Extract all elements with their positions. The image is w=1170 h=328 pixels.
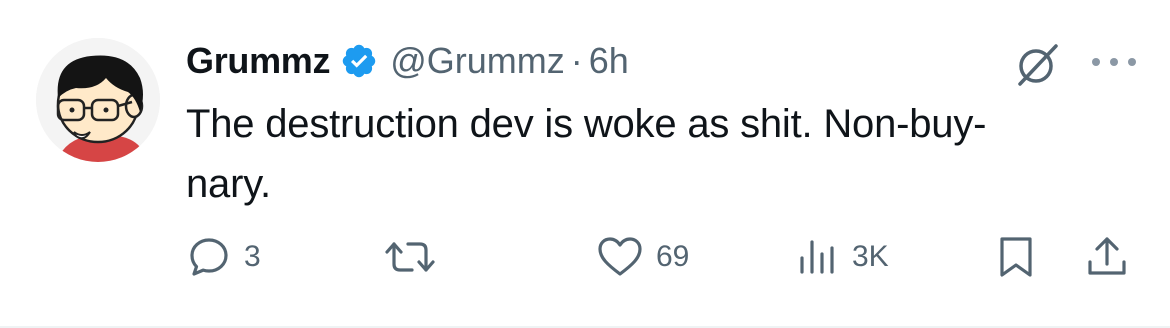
grok-icon[interactable] [1012,40,1062,90]
tweet-card[interactable]: Grummz @Grummz · 6h The destruction dev … [0,0,1170,328]
retweet-icon [384,234,436,280]
tweet-text: The destruction dev is woke as shit. Non… [186,94,1126,214]
views-icon [796,234,840,280]
bookmark-button[interactable] [996,222,1036,292]
like-button[interactable]: 69 [596,222,689,292]
views-count: 3K [852,240,889,273]
reply-icon [186,234,232,280]
tweet-text-line: nary. [186,162,271,206]
avatar[interactable] [36,38,160,162]
action-bar: 3 69 3K [0,222,1170,292]
heart-icon [596,234,644,280]
share-icon [1084,234,1130,280]
share-button[interactable] [1084,222,1130,292]
reply-count: 3 [244,240,261,273]
retweet-button[interactable] [384,222,448,292]
author-name[interactable]: Grummz [186,40,331,82]
tweet-header: Grummz @Grummz · 6h [186,36,629,86]
verified-badge-icon[interactable] [340,42,378,80]
views-button[interactable]: 3K [796,222,889,292]
tweet-text-line: The destruction dev is woke as shit. Non… [186,102,987,146]
separator-dot: · [570,40,583,81]
timestamp[interactable]: 6h [589,40,629,82]
avatar-cartoon-face [36,38,160,162]
like-count: 69 [656,240,690,273]
more-dots-icon[interactable] [1086,50,1142,74]
reply-button[interactable]: 3 [186,222,261,292]
author-handle[interactable]: @Grummz [390,40,565,82]
bookmark-icon [996,234,1036,280]
